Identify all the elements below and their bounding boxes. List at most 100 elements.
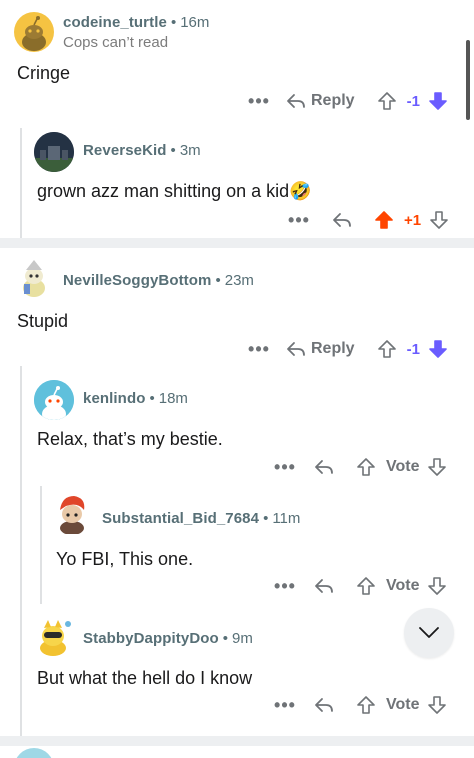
upvote-button[interactable] bbox=[374, 210, 394, 230]
username[interactable]: kenlindo bbox=[83, 390, 145, 407]
username[interactable]: StabbyDappityDoo bbox=[83, 630, 219, 647]
upvote-arrow-icon bbox=[357, 577, 375, 595]
reply-arrow-icon bbox=[333, 213, 351, 227]
avatar[interactable] bbox=[14, 748, 54, 758]
more-options-button[interactable]: ••• bbox=[272, 457, 298, 478]
comment-body: Relax, that’s my bestie. bbox=[37, 429, 223, 449]
upvote-button[interactable] bbox=[377, 339, 397, 359]
comment-actions: ••• Reply -1 bbox=[246, 335, 448, 363]
username[interactable]: ReverseKid bbox=[83, 142, 167, 159]
comment-body: Stupid bbox=[17, 311, 69, 331]
downvote-arrow-icon bbox=[429, 340, 447, 358]
comment-body: Yo FBI, This one. bbox=[56, 549, 194, 569]
downvote-arrow-icon bbox=[428, 577, 447, 595]
timestamp: 23m bbox=[224, 272, 254, 289]
reply-button[interactable]: Reply bbox=[286, 340, 355, 358]
upvote-arrow-icon bbox=[357, 458, 375, 476]
avatar[interactable] bbox=[52, 492, 92, 534]
comment-reversekid: ReverseKid • 3m grown azz man shitting o… bbox=[0, 128, 474, 238]
separator-dot: • bbox=[170, 14, 177, 31]
comment-body: But what the hell do I know bbox=[37, 668, 253, 688]
comment-header: NevilleSoggyBottom • 23m bbox=[63, 272, 254, 289]
avatar[interactable] bbox=[34, 132, 74, 172]
downvote-button[interactable] bbox=[428, 339, 448, 359]
vote-score: -1 bbox=[406, 92, 420, 110]
upvote-arrow-icon bbox=[375, 211, 393, 229]
reply-arrow-icon bbox=[315, 579, 333, 593]
user-flair: Cops can’t read bbox=[63, 34, 169, 51]
more-options-button[interactable]: ••• bbox=[286, 210, 312, 231]
upvote-button[interactable] bbox=[356, 576, 376, 596]
downvote-button[interactable] bbox=[429, 210, 449, 230]
comment-nevillesoggybottom: NevilleSoggyBottom • 23m Stupid ••• Repl… bbox=[0, 248, 474, 366]
reply-label: Reply bbox=[311, 92, 355, 109]
reply-button[interactable] bbox=[332, 212, 352, 228]
downvote-button[interactable] bbox=[427, 576, 447, 596]
avatar[interactable] bbox=[14, 258, 54, 298]
reply-arrow-icon bbox=[287, 342, 305, 356]
upvote-button[interactable] bbox=[356, 695, 376, 715]
comment-header: kenlindo • 18m bbox=[83, 390, 188, 407]
comment-actions: ••• Reply -1 bbox=[246, 87, 448, 115]
username[interactable]: NevilleSoggyBottom bbox=[63, 272, 211, 289]
timestamp: 3m bbox=[179, 142, 201, 159]
comment-header: Substantial_Bid_7684 • 11m bbox=[102, 510, 300, 527]
more-options-button[interactable]: ••• bbox=[246, 91, 272, 112]
more-options-button[interactable]: ••• bbox=[272, 576, 298, 597]
downvote-arrow-icon bbox=[429, 92, 447, 110]
vote-label: Vote bbox=[386, 458, 420, 475]
avatar[interactable] bbox=[32, 614, 74, 656]
downvote-button[interactable] bbox=[427, 457, 447, 477]
separator-dot: • bbox=[149, 390, 155, 407]
reply-button[interactable]: Reply bbox=[286, 92, 355, 110]
snoo-avatar-icon bbox=[23, 260, 45, 297]
next-comment-peek bbox=[0, 746, 474, 758]
thread-line[interactable] bbox=[20, 128, 22, 238]
more-options-button[interactable]: ••• bbox=[246, 339, 272, 360]
thread-line[interactable] bbox=[40, 486, 42, 604]
comment-body: Cringe bbox=[17, 63, 71, 83]
comment-actions: ••• +1 bbox=[286, 206, 449, 234]
jump-to-next-button[interactable] bbox=[404, 608, 454, 658]
downvote-arrow-icon bbox=[430, 211, 448, 229]
timestamp: 11m bbox=[272, 510, 301, 527]
reply-arrow-icon bbox=[315, 460, 333, 474]
more-options-button[interactable]: ••• bbox=[272, 695, 298, 716]
separator-dot: • bbox=[263, 510, 269, 527]
comment-actions: ••• Vote bbox=[272, 453, 447, 481]
comment-divider bbox=[0, 736, 474, 746]
separator-dot: • bbox=[170, 142, 176, 159]
comment-stabbydappitydoo: StabbyDappityDoo • 9m But what the hell … bbox=[0, 604, 474, 734]
vote-label: Vote bbox=[386, 577, 420, 594]
scrollbar[interactable] bbox=[466, 40, 470, 120]
comment-substantial-bid: Substantial_Bid_7684 • 11m Yo FBI, This … bbox=[0, 486, 474, 604]
rofl-emoji: 🤣 bbox=[289, 181, 312, 201]
comment-header: StabbyDappityDoo • 9m bbox=[83, 630, 253, 647]
separator-dot: • bbox=[222, 630, 229, 647]
reply-label: Reply bbox=[311, 340, 355, 357]
timestamp: 18m bbox=[158, 390, 188, 407]
avatar[interactable] bbox=[14, 12, 54, 52]
snoo-avatar-icon bbox=[60, 496, 85, 534]
upvote-button[interactable] bbox=[377, 91, 397, 111]
upvote-button[interactable] bbox=[356, 457, 376, 477]
reply-button[interactable] bbox=[314, 578, 334, 594]
comment-codeine-turtle: codeine_turtle • 16m Cops can’t read Cri… bbox=[0, 0, 474, 128]
snoo-avatar-icon bbox=[34, 380, 74, 420]
avatar[interactable] bbox=[34, 380, 74, 420]
username[interactable]: codeine_turtle bbox=[63, 14, 167, 31]
downvote-button[interactable] bbox=[427, 695, 447, 715]
reply-button[interactable] bbox=[314, 697, 334, 713]
vote-label: Vote bbox=[386, 696, 420, 713]
comment-body: grown azz man shitting on a kid🤣 bbox=[37, 181, 312, 201]
reply-button[interactable] bbox=[314, 459, 334, 475]
upvote-arrow-icon bbox=[357, 696, 375, 714]
timestamp: 9m bbox=[232, 630, 253, 647]
snoo-avatar-icon bbox=[40, 620, 71, 656]
profile-photo-icon bbox=[34, 132, 74, 172]
username[interactable]: Substantial_Bid_7684 bbox=[102, 510, 259, 527]
downvote-button[interactable] bbox=[428, 91, 448, 111]
snoo-avatar-icon bbox=[22, 16, 46, 51]
chevron-down-icon bbox=[419, 627, 439, 638]
comment-divider bbox=[0, 238, 474, 248]
